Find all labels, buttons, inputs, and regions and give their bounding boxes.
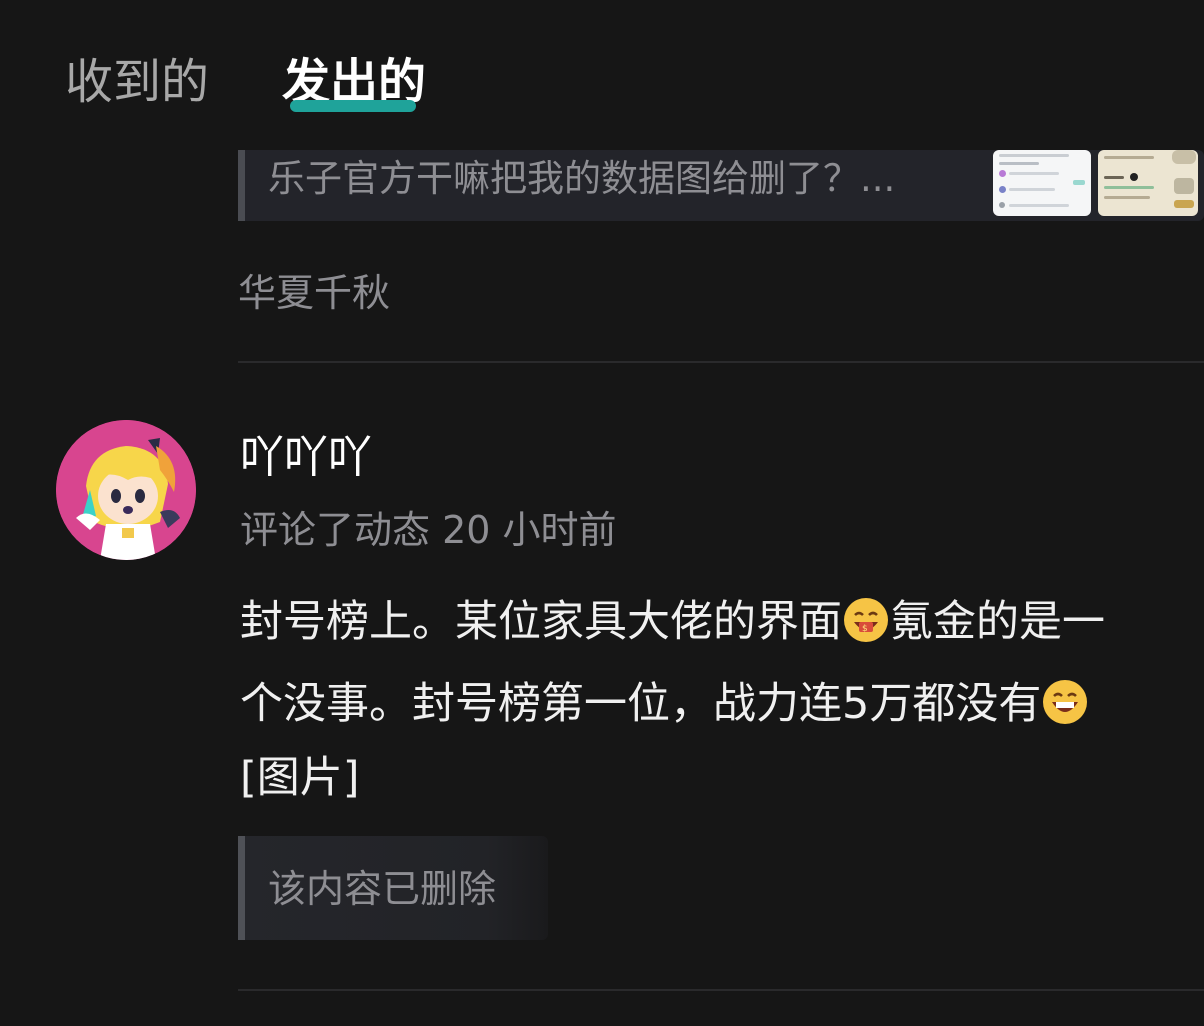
avatar[interactable] (56, 420, 196, 560)
previous-post-author[interactable]: 华夏千秋 (238, 268, 390, 318)
post-body-line: 封号榜上。某位家具大佬的界面 $ 氪金的是一 (240, 594, 1105, 650)
post-body-text: 封号榜上。某位家具大佬的界面 (240, 597, 842, 647)
divider (238, 989, 1204, 991)
post-body-text: 个没事。封号榜第一位，战力连5万都没有 (240, 679, 1042, 729)
quoted-post-card[interactable]: 乐子官方干嘛把我的数据图给删了？... (238, 150, 1204, 221)
tab-active-indicator (290, 100, 416, 112)
svg-text:$: $ (862, 624, 868, 634)
grinning-emoji-icon (1043, 680, 1088, 724)
quoted-image-thumbnail[interactable] (993, 150, 1091, 216)
image-placeholder-link[interactable]: [图片] (240, 750, 360, 806)
post-username[interactable]: 吖吖吖 (240, 430, 372, 486)
deleted-content-text: 该内容已删除 (268, 867, 497, 911)
quoted-image-thumbnail[interactable] (1098, 150, 1198, 216)
post-meta: 评论了动态 20 小时前 (240, 508, 617, 552)
divider (238, 361, 1204, 363)
app-root: 收到的 发出的 乐子官方干嘛把我的数据图给删了？... 华夏千秋 吖吖吖 评论了… (0, 0, 1204, 1026)
avatar-character-icon (56, 420, 196, 560)
deleted-content-card: 该内容已删除 (238, 836, 548, 940)
post-body-line: 个没事。封号榜第一位，战力连5万都没有 (240, 676, 1089, 732)
tab-received[interactable]: 收到的 (65, 52, 209, 112)
quoted-post-text: 乐子官方干嘛把我的数据图给删了？... (268, 157, 896, 200)
post-body-text: 氪金的是一 (890, 597, 1105, 647)
money-mouth-emoji-icon: $ (844, 598, 888, 642)
